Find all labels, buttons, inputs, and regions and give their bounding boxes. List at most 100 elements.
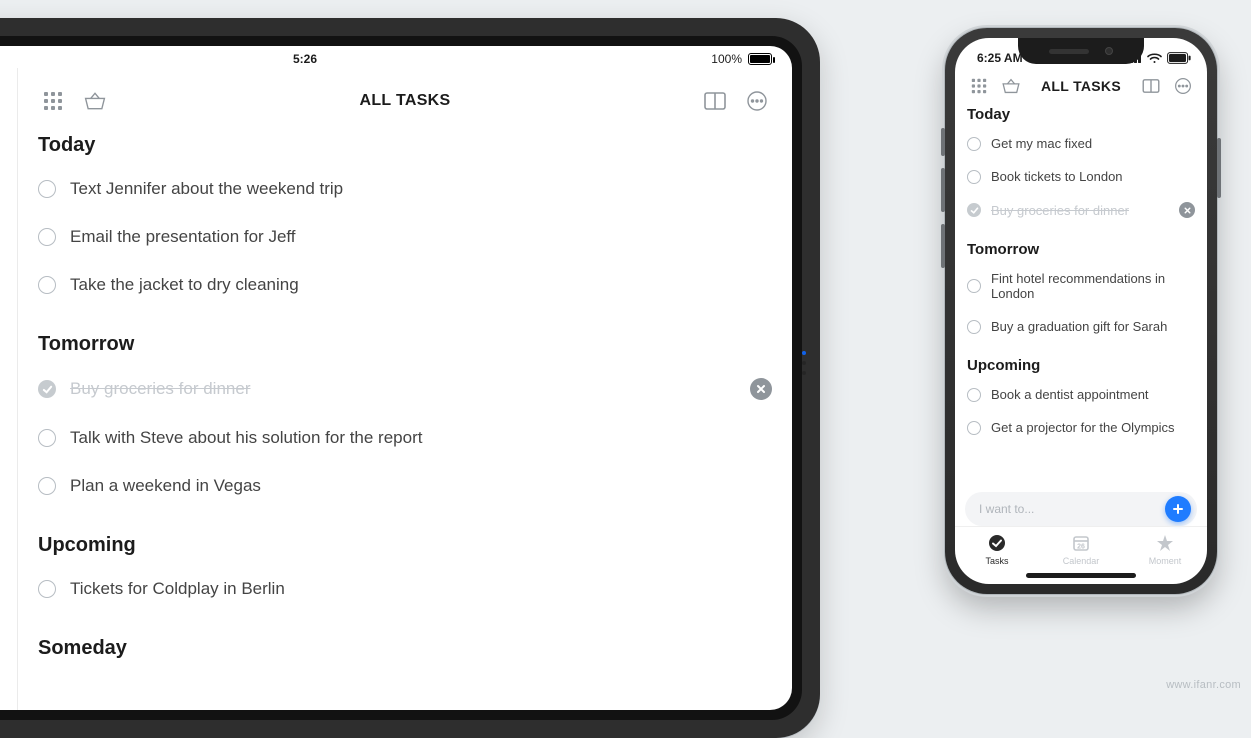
section-title: Today bbox=[38, 134, 772, 157]
tab-moment[interactable]: Moment bbox=[1123, 533, 1207, 566]
section-title: Upcoming bbox=[967, 357, 1195, 374]
sidebar-title: gs bbox=[0, 68, 17, 155]
section-title: Today bbox=[967, 106, 1195, 123]
add-task-button[interactable] bbox=[1165, 496, 1191, 522]
home-indicator[interactable] bbox=[1026, 573, 1136, 578]
task-row[interactable]: Buy groceries for dinner bbox=[38, 364, 772, 414]
task-label: Get my mac fixed bbox=[991, 136, 1092, 151]
task-row[interactable]: Talk with Steve about his solution for t… bbox=[38, 414, 772, 462]
task-checkbox[interactable] bbox=[38, 477, 56, 495]
task-checkbox[interactable] bbox=[38, 276, 56, 294]
task-label: Buy groceries for dinner bbox=[70, 379, 250, 399]
sidebar-item-alexa[interactable]: Alexa Shopping List 7 ITEMS bbox=[0, 233, 17, 311]
toolbar: ALL TASKS bbox=[18, 68, 792, 128]
task-list[interactable]: Today Get my mac fixed Book tickets to L… bbox=[955, 104, 1207, 486]
watermark: www.ifanr.com bbox=[1166, 679, 1241, 691]
task-row[interactable]: Buy a graduation gift for Sarah bbox=[967, 310, 1195, 343]
task-label: Take the jacket to dry cleaning bbox=[70, 275, 299, 295]
sidebar-item-work[interactable]: Work 5 ITEMS bbox=[0, 155, 17, 233]
task-checkbox[interactable] bbox=[967, 388, 981, 402]
sidebar: gs Work 5 ITEMS Alexa Shopping List 7 IT… bbox=[0, 68, 18, 710]
iphone-device-frame: 6:25 AM bbox=[945, 28, 1217, 594]
task-row[interactable]: Buy groceries for dinner bbox=[967, 193, 1195, 227]
task-list[interactable]: Today Text Jennifer about the weekend tr… bbox=[18, 128, 792, 710]
task-checkbox[interactable] bbox=[967, 137, 981, 151]
task-checkbox[interactable] bbox=[38, 429, 56, 447]
ipad-bezel: 5:26 100% gs Work 5 ITEMS Alexa Shopping… bbox=[0, 36, 802, 720]
battery-icon bbox=[1167, 52, 1191, 64]
section-title: Tomorrow bbox=[967, 241, 1195, 258]
task-checkbox[interactable] bbox=[967, 320, 981, 334]
task-row[interactable]: Book tickets to London bbox=[967, 160, 1195, 193]
task-label: Book a dentist appointment bbox=[991, 387, 1149, 402]
task-checkbox[interactable] bbox=[38, 380, 56, 398]
quick-add-wrap: I want to... bbox=[955, 486, 1207, 526]
quick-add-input[interactable]: I want to... bbox=[965, 492, 1197, 526]
more-icon[interactable] bbox=[1171, 74, 1195, 98]
task-label: Tickets for Coldplay in Berlin bbox=[70, 579, 285, 599]
quick-add-placeholder: I want to... bbox=[979, 502, 1157, 516]
sidebar-basket-icon[interactable] bbox=[0, 311, 17, 374]
battery-icon bbox=[748, 53, 772, 65]
ipad-device-frame: 5:26 100% gs Work 5 ITEMS Alexa Shopping… bbox=[0, 18, 820, 738]
task-row[interactable]: Book a dentist appointment bbox=[967, 378, 1195, 411]
ipad-camera-dots bbox=[802, 351, 806, 375]
task-row[interactable]: Plan a weekend in Vegas bbox=[38, 462, 772, 510]
section-title: Someday bbox=[38, 637, 772, 660]
status-battery: 100% bbox=[711, 52, 772, 66]
ipad-status-bar: 5:26 100% bbox=[0, 46, 792, 68]
sidebar-item-label: Work bbox=[0, 175, 3, 195]
task-checkbox[interactable] bbox=[967, 421, 981, 435]
main-pane: ALL TASKS bbox=[18, 68, 792, 710]
task-checkbox[interactable] bbox=[967, 170, 981, 184]
delete-task-button[interactable] bbox=[1179, 202, 1195, 218]
task-label: Buy a graduation gift for Sarah bbox=[991, 319, 1167, 334]
task-checkbox[interactable] bbox=[38, 580, 56, 598]
task-label: Fint hotel recommendations in London bbox=[991, 271, 1195, 301]
columns-icon[interactable] bbox=[700, 86, 730, 116]
svg-text:26: 26 bbox=[1077, 544, 1085, 551]
tab-label: Calendar bbox=[1063, 556, 1100, 566]
add-list-button[interactable] bbox=[0, 374, 17, 474]
sidebar-item-meta: 5 ITEMS bbox=[0, 199, 3, 213]
grid-icon[interactable] bbox=[38, 86, 68, 116]
tab-label: Tasks bbox=[985, 556, 1008, 566]
task-checkbox[interactable] bbox=[967, 203, 981, 217]
task-label: Buy groceries for dinner bbox=[991, 203, 1129, 218]
task-label: Text Jennifer about the weekend trip bbox=[70, 179, 343, 199]
more-icon[interactable] bbox=[742, 86, 772, 116]
task-label: Plan a weekend in Vegas bbox=[70, 476, 261, 496]
task-label: Email the presentation for Jeff bbox=[70, 227, 296, 247]
ipad-screen: 5:26 100% gs Work 5 ITEMS Alexa Shopping… bbox=[0, 46, 792, 710]
task-label: Talk with Steve about his solution for t… bbox=[70, 428, 422, 448]
task-label: Book tickets to London bbox=[991, 169, 1123, 184]
task-row[interactable]: Fint hotel recommendations in London bbox=[967, 262, 1195, 310]
section-title: Upcoming bbox=[38, 534, 772, 557]
status-battery-pct: 100% bbox=[711, 52, 742, 66]
moment-icon bbox=[1155, 533, 1175, 553]
grid-icon[interactable] bbox=[967, 74, 991, 98]
task-checkbox[interactable] bbox=[38, 180, 56, 198]
iphone-screen: 6:25 AM bbox=[955, 38, 1207, 584]
columns-icon[interactable] bbox=[1139, 74, 1163, 98]
basket-icon[interactable] bbox=[999, 74, 1023, 98]
basket-icon[interactable] bbox=[80, 86, 110, 116]
task-row[interactable]: Get a projector for the Olympics bbox=[967, 411, 1195, 444]
status-time: 5:26 bbox=[293, 52, 317, 66]
wifi-icon bbox=[1147, 53, 1162, 64]
task-checkbox[interactable] bbox=[967, 279, 981, 293]
tasks-icon bbox=[987, 533, 1007, 553]
tab-tasks[interactable]: Tasks bbox=[955, 533, 1039, 566]
toolbar-title: ALL TASKS bbox=[360, 92, 451, 110]
tab-calendar[interactable]: 26 Calendar bbox=[1039, 533, 1123, 566]
task-row[interactable]: Get my mac fixed bbox=[967, 127, 1195, 160]
task-row[interactable]: Text Jennifer about the weekend trip bbox=[38, 165, 772, 213]
task-row[interactable]: Email the presentation for Jeff bbox=[38, 213, 772, 261]
task-checkbox[interactable] bbox=[38, 228, 56, 246]
task-row[interactable]: Tickets for Coldplay in Berlin bbox=[38, 565, 772, 613]
task-label: Get a projector for the Olympics bbox=[991, 420, 1175, 435]
delete-task-button[interactable] bbox=[750, 378, 772, 400]
toolbar-title: ALL TASKS bbox=[1041, 78, 1121, 94]
task-row[interactable]: Take the jacket to dry cleaning bbox=[38, 261, 772, 309]
section-title: Tomorrow bbox=[38, 333, 772, 356]
